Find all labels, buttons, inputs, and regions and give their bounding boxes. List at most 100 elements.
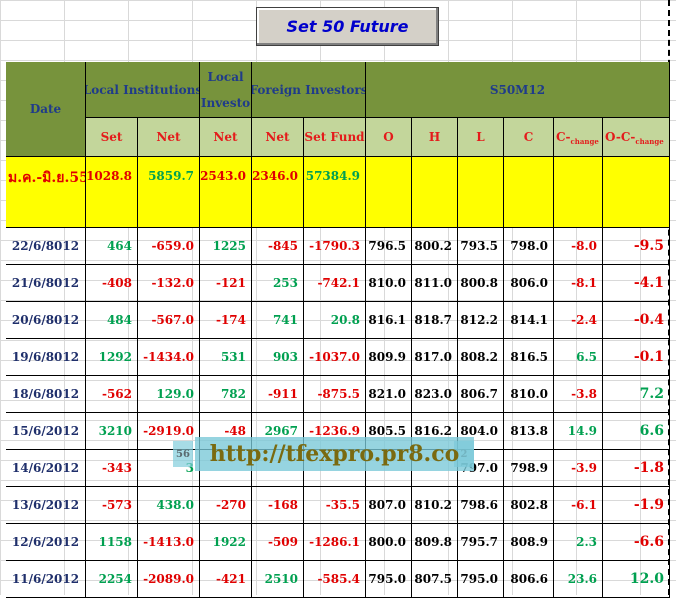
subheader-c_change: C-change bbox=[554, 118, 603, 157]
row-value: 253 bbox=[272, 276, 298, 290]
row-cell: -567.0 bbox=[138, 302, 200, 339]
header-local-institutions: Local Institutions bbox=[86, 62, 200, 118]
row-cell: 6.5 bbox=[554, 339, 603, 376]
subheader-label: H bbox=[428, 130, 441, 144]
row-value: 804.0 bbox=[460, 424, 498, 438]
row-date-text: 15/6/2012 bbox=[11, 424, 80, 438]
subheader-oc_change: O-C-change bbox=[603, 118, 670, 157]
row-cell: -343 bbox=[86, 450, 138, 487]
summary-cell bbox=[412, 157, 458, 228]
row-cell: -509 bbox=[252, 524, 304, 561]
header-date: Date bbox=[6, 62, 86, 157]
row-cell: -1286.1 bbox=[304, 524, 366, 561]
row-value: 810.0 bbox=[510, 387, 548, 401]
summary-cell: 1028.8 bbox=[86, 157, 138, 228]
row-cell: 808.9 bbox=[504, 524, 554, 561]
summary-value: 5859.7 bbox=[148, 169, 194, 183]
row-value: -585.4 bbox=[317, 572, 360, 586]
row-date: 18/6/8012 bbox=[6, 376, 86, 413]
row-value: 7.2 bbox=[639, 386, 664, 402]
summary-cell: -2346.0 bbox=[252, 157, 304, 228]
row-value: -6.1 bbox=[571, 498, 597, 512]
summary-value: 1028.8 bbox=[86, 169, 132, 183]
header-local-institutions-label: Local Institutions bbox=[86, 82, 200, 97]
row-cell: 802.8 bbox=[504, 487, 554, 524]
summary-cell bbox=[366, 157, 412, 228]
row-value: 795.7 bbox=[460, 535, 498, 549]
row-cell: 812.2 bbox=[458, 302, 504, 339]
row-cell: 793.5 bbox=[458, 228, 504, 265]
row-date: 19/6/8012 bbox=[6, 339, 86, 376]
row-value: -174 bbox=[215, 313, 246, 327]
row-value: 741 bbox=[272, 313, 298, 327]
row-cell: 795.0 bbox=[458, 561, 504, 598]
row-value: 818.7 bbox=[414, 313, 452, 327]
row-value: 812.2 bbox=[460, 313, 498, 327]
row-cell: 800.8 bbox=[458, 265, 504, 302]
row-value: -8.0 bbox=[571, 239, 597, 253]
row-cell: -1037.0 bbox=[304, 339, 366, 376]
row-value: 807.0 bbox=[368, 498, 406, 512]
row-value: -1790.3 bbox=[309, 239, 360, 253]
watermark-banner: http://tfexpro.pr8.co bbox=[195, 437, 474, 471]
row-value: -875.5 bbox=[317, 387, 360, 401]
row-value: 438.0 bbox=[156, 498, 194, 512]
row-value: 808.9 bbox=[510, 535, 548, 549]
row-value: 810.2 bbox=[414, 498, 452, 512]
row-value: -9.5 bbox=[633, 238, 664, 254]
header-s50m12: S50M12 bbox=[366, 62, 670, 118]
summary-cell: 5859.7 bbox=[138, 157, 200, 228]
row-value: 809.9 bbox=[368, 350, 406, 364]
row-value: 800.8 bbox=[460, 276, 498, 290]
row-cell: -659.0 bbox=[138, 228, 200, 265]
row-value: 800.2 bbox=[414, 239, 452, 253]
row-cell: -875.5 bbox=[304, 376, 366, 413]
row-value: 798.6 bbox=[460, 498, 498, 512]
row-cell: -2.4 bbox=[554, 302, 603, 339]
summary-cell: 57384.9 bbox=[304, 157, 366, 228]
row-cell: 811.0 bbox=[412, 265, 458, 302]
header-local-investors-label: Local Investo bbox=[200, 69, 251, 110]
row-cell: 816.1 bbox=[366, 302, 412, 339]
row-date-text: 20/6/8012 bbox=[11, 313, 80, 327]
summary-cell bbox=[504, 157, 554, 228]
summary-value: -2346.0 bbox=[252, 169, 298, 183]
row-cell: 2.3 bbox=[554, 524, 603, 561]
title-button[interactable]: Set 50 Future bbox=[256, 7, 439, 46]
row-value: -509 bbox=[267, 535, 298, 549]
row-cell: 2254 bbox=[86, 561, 138, 598]
row-value: 821.0 bbox=[368, 387, 406, 401]
summary-label-cell: ม.ค.-มิ.ย.55 bbox=[6, 157, 86, 228]
row-value: -1.9 bbox=[633, 497, 664, 513]
row-cell: -562 bbox=[86, 376, 138, 413]
subheader-2: Net bbox=[138, 118, 200, 157]
row-cell: 800.0 bbox=[366, 524, 412, 561]
row-cell: -742.1 bbox=[304, 265, 366, 302]
row-cell: -0.1 bbox=[603, 339, 670, 376]
row-value: -121 bbox=[215, 276, 246, 290]
subheader-4: Net bbox=[252, 118, 304, 157]
row-cell: -1434.0 bbox=[138, 339, 200, 376]
summary-cell bbox=[603, 157, 670, 228]
row-cell: 484 bbox=[86, 302, 138, 339]
row-cell: -6.1 bbox=[554, 487, 603, 524]
row-cell: 807.5 bbox=[412, 561, 458, 598]
row-cell: -2089.0 bbox=[138, 561, 200, 598]
row-value: 793.5 bbox=[460, 239, 498, 253]
summary-cell bbox=[554, 157, 603, 228]
subheader-3: Net bbox=[200, 118, 252, 157]
row-value: 3210 bbox=[98, 424, 132, 438]
summary-value: 57384.9 bbox=[305, 169, 360, 183]
row-value: 1158 bbox=[98, 535, 132, 549]
row-value: 808.2 bbox=[460, 350, 498, 364]
subheader-label: C bbox=[523, 130, 534, 144]
row-cell: 798.0 bbox=[504, 228, 554, 265]
row-value: -1236.9 bbox=[309, 424, 360, 438]
row-cell: 813.8 bbox=[504, 413, 554, 450]
row-cell: 817.0 bbox=[412, 339, 458, 376]
row-cell: 129.0 bbox=[138, 376, 200, 413]
subheader-label: Net bbox=[213, 130, 238, 144]
row-cell: -8.0 bbox=[554, 228, 603, 265]
row-cell: 818.7 bbox=[412, 302, 458, 339]
row-cell: -8.1 bbox=[554, 265, 603, 302]
